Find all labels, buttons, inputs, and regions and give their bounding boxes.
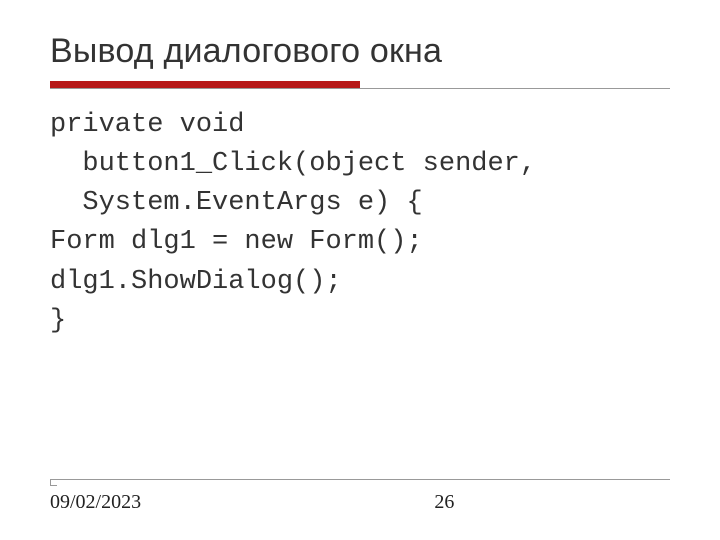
code-line: private void — [50, 110, 244, 140]
code-block: private void button1_Click(object sender… — [50, 106, 670, 341]
footer-corner-tick — [50, 479, 57, 486]
title-divider — [50, 81, 670, 88]
slide-container: Вывод диалогового окна private void butt… — [0, 0, 720, 540]
code-line: } — [50, 306, 66, 336]
code-line: Form dlg1 = new Form(); — [50, 227, 423, 257]
footer-page-number: 26 — [434, 491, 454, 514]
code-line: System.EventArgs e) { — [50, 188, 423, 218]
footer-rule — [50, 479, 670, 480]
code-line: dlg1.ShowDialog(); — [50, 267, 342, 297]
slide-footer: 09/02/2023 26 — [50, 491, 670, 514]
accent-bar — [50, 81, 360, 88]
thin-rule — [50, 88, 670, 89]
code-line: button1_Click(object sender, — [50, 149, 536, 179]
slide-title: Вывод диалогового окна — [50, 32, 670, 71]
footer-date: 09/02/2023 — [50, 491, 141, 514]
